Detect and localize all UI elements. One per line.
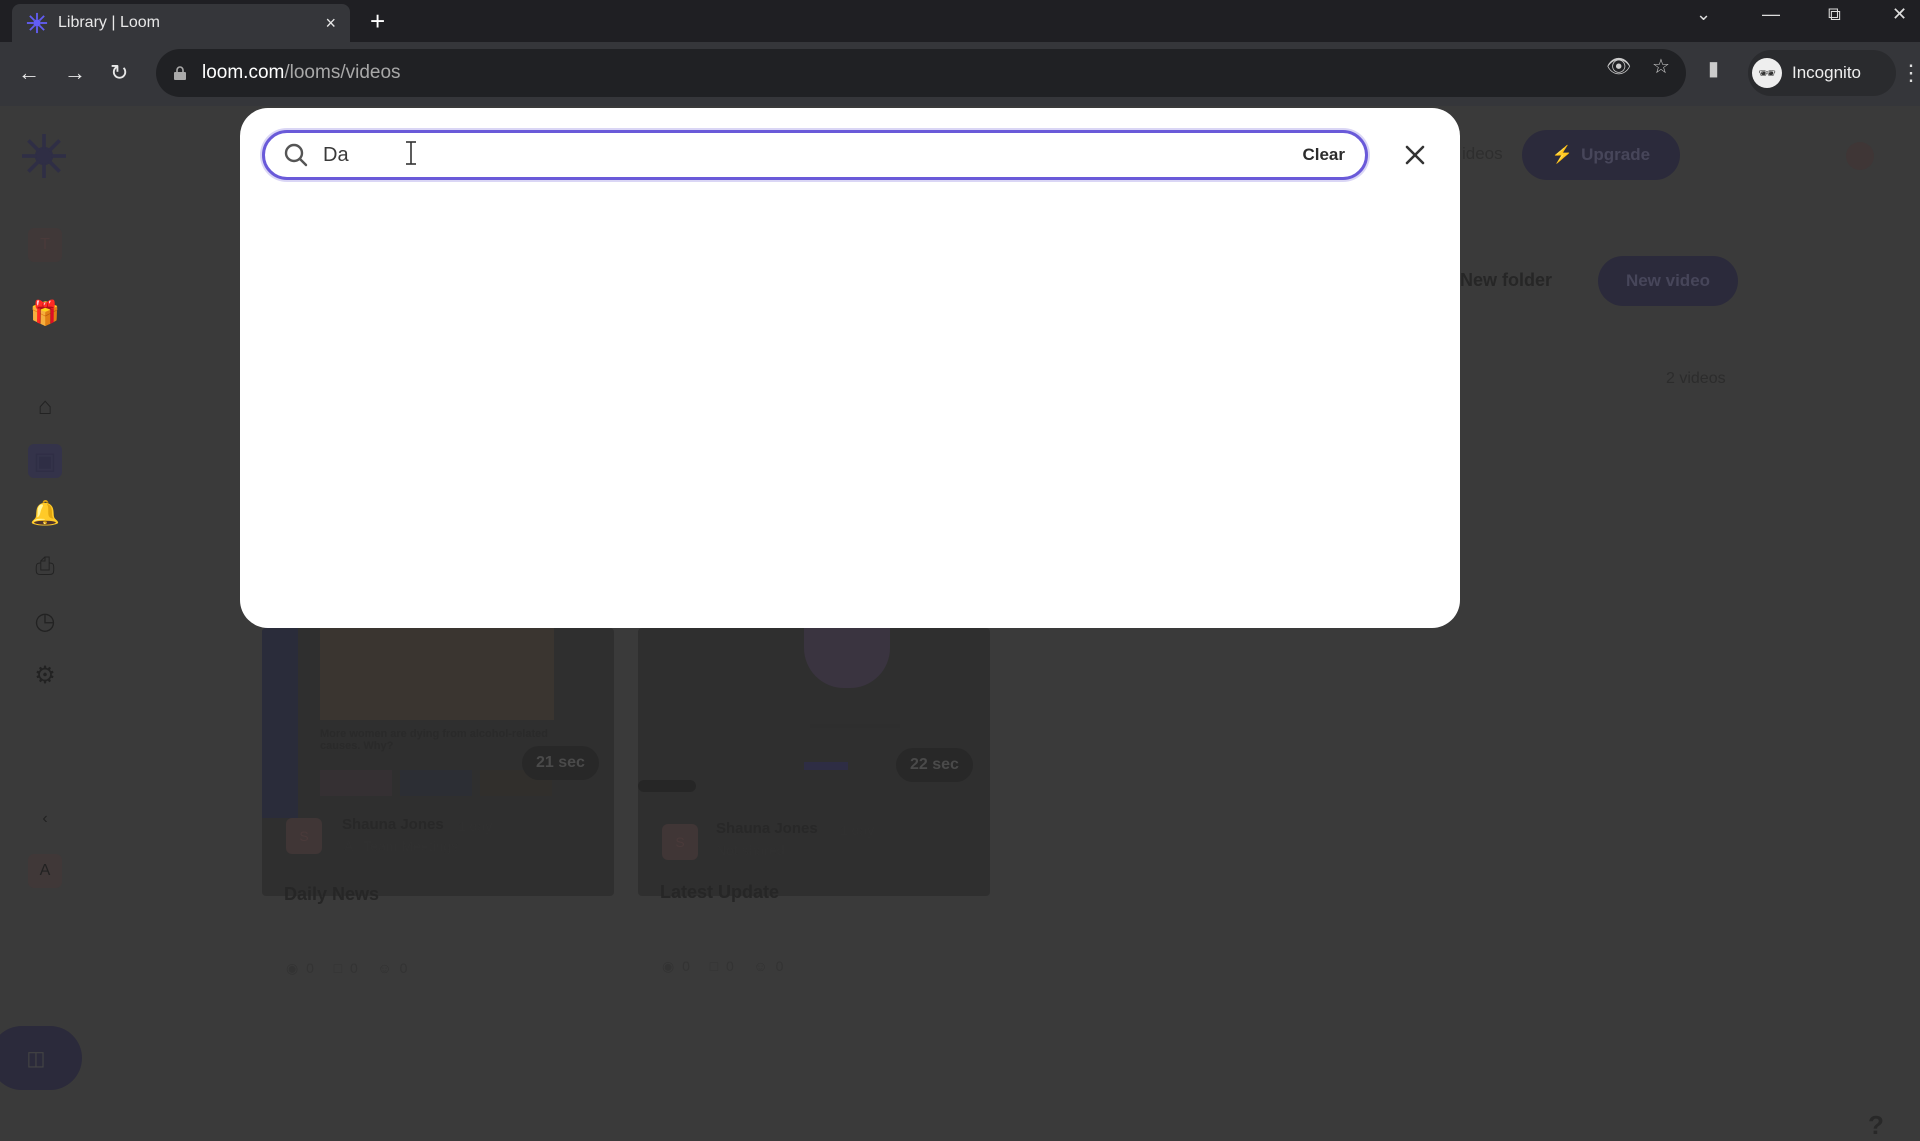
share-status[interactable]: Not shared <box>716 842 784 858</box>
thumb-headline: More women are dying from alcohol-relate… <box>320 728 548 752</box>
comments-icon: □ <box>709 958 721 974</box>
tab-close-icon[interactable]: × <box>325 13 336 34</box>
comments-count: 0 <box>349 960 360 976</box>
reactions-icon: ☺ <box>753 958 770 974</box>
close-icon[interactable] <box>1400 140 1430 170</box>
video-stats: ◉ 0 □ 0 ☺ 0 <box>662 958 785 975</box>
tab-search-icon[interactable]: ⌄ <box>1696 4 1711 25</box>
views-icon: ◉ <box>662 958 677 974</box>
browser-toolbar: ← → ↻ loom.com/looms/videos 👁 ☆ ▮ 🕶 Inco… <box>0 42 1920 106</box>
account-avatar[interactable] <box>1846 142 1874 170</box>
upgrade-button[interactable]: ⚡ Upgrade <box>1522 130 1680 180</box>
help-button[interactable]: ? <box>1868 1110 1884 1141</box>
url-host: loom.com <box>202 62 285 83</box>
minimize-icon[interactable]: — <box>1762 4 1780 25</box>
space-name[interactable]: All Team Meetings <box>344 838 458 854</box>
upgrade-label: Upgrade <box>1581 145 1651 164</box>
incognito-profile-button[interactable]: 🕶 Incognito <box>1748 50 1896 96</box>
url-path: /looms/videos <box>284 62 401 83</box>
reactions-icon: ☺ <box>377 960 394 976</box>
tab-videos-partial[interactable]: ideos <box>1462 144 1503 164</box>
forward-icon[interactable]: → <box>64 60 86 86</box>
text-cursor-icon <box>406 141 416 165</box>
video-title[interactable]: Latest Update <box>660 882 779 903</box>
record-button[interactable]: ◫ <box>0 1026 82 1090</box>
new-folder-button[interactable]: New folder <box>1460 270 1552 291</box>
reactions-count: 0 <box>775 958 786 974</box>
search-icon <box>284 143 308 167</box>
comments-count: 0 <box>725 958 736 974</box>
duration-badge: 22 sec <box>896 748 973 782</box>
incognito-label: Incognito <box>1792 63 1861 82</box>
author-avatar: S <box>662 824 698 860</box>
search-input[interactable] <box>323 143 1303 167</box>
video-age: 1 day <box>840 822 875 838</box>
author-name[interactable]: Shauna Jones <box>716 820 818 837</box>
incognito-icon: 🕶 <box>1752 58 1782 88</box>
search-field[interactable]: Clear <box>262 130 1368 180</box>
address-bar[interactable]: loom.com/looms/videos <box>156 49 1686 97</box>
new-tab-button[interactable]: + <box>370 6 385 37</box>
reload-icon[interactable]: ↻ <box>110 60 128 86</box>
bolt-icon: ⚡ <box>1551 145 1574 164</box>
user-avatar[interactable]: A <box>28 854 62 888</box>
clear-button[interactable]: Clear <box>1302 145 1345 165</box>
eye-off-icon[interactable]: 👁 <box>1606 54 1631 79</box>
tab-title: Library | Loom <box>58 14 160 31</box>
author-name[interactable]: Shauna Jones <box>342 816 444 833</box>
gear-icon[interactable]: ⚙ <box>28 658 62 692</box>
video-age: 1 day <box>458 818 493 834</box>
gift-icon[interactable]: 🎁 <box>28 296 62 330</box>
search-modal: Clear <box>240 108 1460 628</box>
window-close-icon[interactable]: ✕ <box>1892 4 1907 25</box>
views-count: 0 <box>306 960 316 976</box>
restore-icon[interactable]: ⧉ <box>1828 4 1841 25</box>
back-icon[interactable]: ← <box>18 60 40 86</box>
video-title[interactable]: Daily News <box>284 884 379 905</box>
workspace-avatar[interactable]: T <box>28 228 62 262</box>
lock-icon <box>174 66 186 80</box>
views-icon: ◉ <box>286 960 301 976</box>
star-icon[interactable]: ☆ <box>1652 54 1670 79</box>
duration-badge: 21 sec <box>522 746 599 780</box>
video-count: 2 videos <box>1666 370 1726 387</box>
browser-tab-bar: Library | Loom × + ⌄ — ⧉ ✕ <box>0 0 1920 42</box>
side-panel-icon[interactable]: ▮ <box>1708 56 1719 81</box>
loom-favicon-icon <box>26 12 48 34</box>
camera-icon: ◫ <box>26 1047 46 1070</box>
video-thumbnail[interactable]: More women are dying from alcohol-relate… <box>262 628 614 896</box>
loom-logo-icon <box>22 134 66 178</box>
clock-icon[interactable]: ◷ <box>28 604 62 638</box>
browser-tab[interactable]: Library | Loom × <box>12 4 350 42</box>
bell-icon[interactable]: 🔔 <box>28 496 62 530</box>
comments-icon: □ <box>333 960 345 976</box>
author-avatar: S <box>286 818 322 854</box>
new-video-button[interactable]: New video <box>1598 256 1738 306</box>
reactions-count: 0 <box>399 960 410 976</box>
collapse-icon[interactable]: ‹ <box>28 802 62 836</box>
views-count: 0 <box>682 958 692 974</box>
bookmark-icon[interactable]: ⎙ <box>28 550 62 584</box>
video-stats: ◉ 0 □ 0 ☺ 0 <box>286 960 409 977</box>
library-icon[interactable]: ▣ <box>28 444 62 478</box>
home-icon[interactable]: ⌂ <box>28 390 62 424</box>
menu-icon[interactable]: ⋮ <box>1900 60 1920 86</box>
